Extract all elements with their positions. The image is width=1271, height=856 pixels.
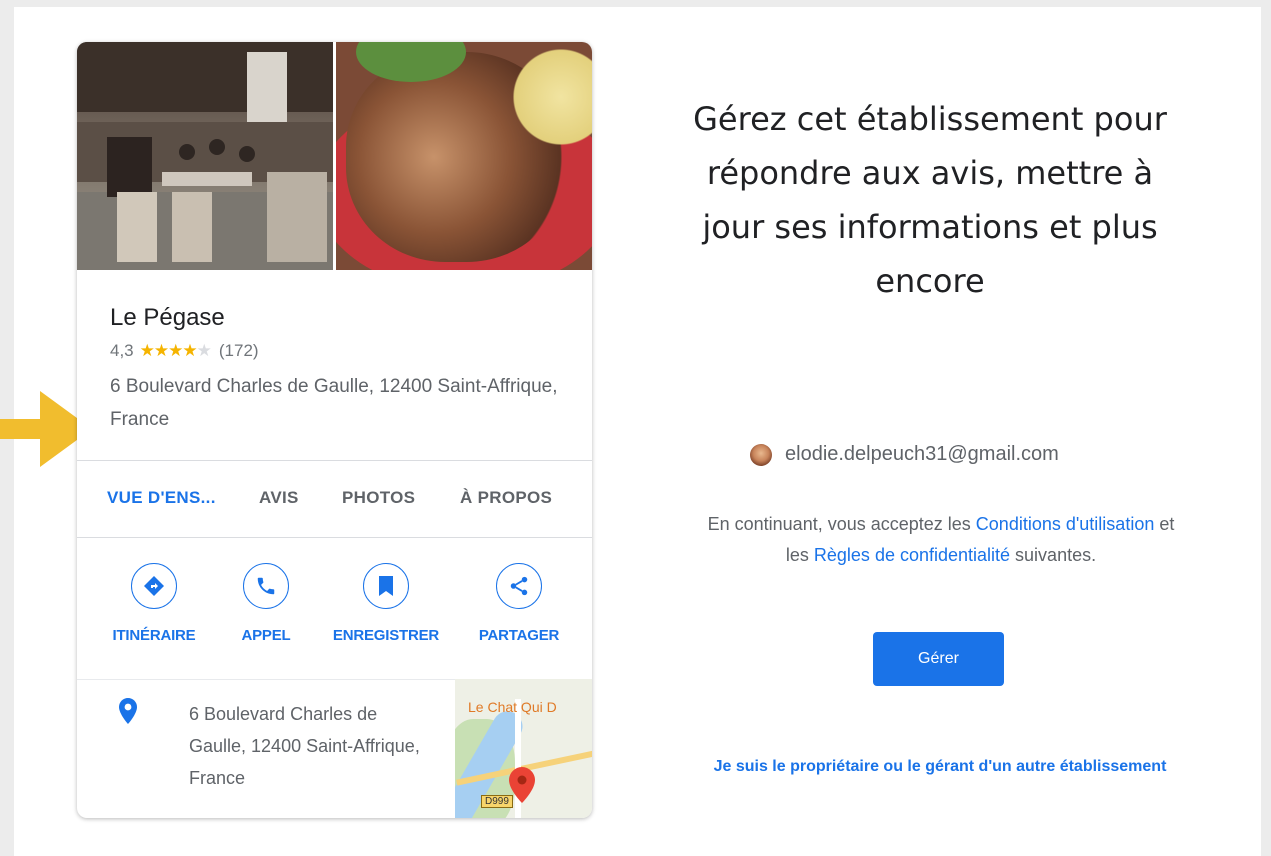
- tab-photos[interactable]: PHOTOS: [342, 488, 415, 508]
- account-row: elodie.delpeuch31@gmail.com: [750, 443, 1059, 466]
- tab-about[interactable]: À PROPOS: [460, 488, 552, 508]
- business-tabs: VUE D'ENS... AVIS PHOTOS À PROPOS: [77, 488, 592, 512]
- share-button[interactable]: PARTAGER: [459, 563, 579, 644]
- directions-label: ITINÉRAIRE: [112, 627, 196, 644]
- review-count: (172): [218, 341, 259, 360]
- star-icon: ★: [139, 341, 155, 360]
- bookmark-icon: [363, 563, 409, 609]
- star-icon: ★: [182, 341, 197, 360]
- location-pin-icon: [119, 698, 137, 729]
- privacy-policy-link[interactable]: Règles de confidentialité: [814, 545, 1010, 565]
- manage-headline-block: Gérez cet établissement pour répondre au…: [690, 92, 1170, 308]
- mini-map[interactable]: Le Chat Qui D D999: [455, 679, 592, 818]
- terms-prefix: En continuant, vous acceptez les: [707, 514, 976, 534]
- food-dish-photo[interactable]: [336, 42, 592, 270]
- tab-overview[interactable]: VUE D'ENS...: [107, 488, 216, 508]
- terms-suffix: suivantes.: [1010, 545, 1097, 565]
- manage-button[interactable]: Gérer: [873, 632, 1004, 686]
- star-icon: ★: [168, 341, 183, 360]
- tab-reviews[interactable]: AVIS: [259, 488, 299, 508]
- call-label: APPEL: [241, 627, 291, 644]
- avatar: [750, 443, 772, 466]
- directions-icon: [131, 563, 177, 609]
- rating-value: 4,3: [110, 341, 134, 360]
- business-card: Le Pégase 4,3 ★ ★ ★ ★ ★ (172) 6 Boulevar…: [77, 42, 592, 818]
- divider: [77, 460, 592, 461]
- interior-illustration: [77, 42, 333, 270]
- other-business-link[interactable]: Je suis le propriétaire ou le gérant d'u…: [700, 753, 1180, 781]
- directions-button[interactable]: ITINÉRAIRE: [94, 563, 214, 644]
- business-rating[interactable]: 4,3 ★ ★ ★ ★ ★ (172): [110, 341, 259, 361]
- location-address[interactable]: 6 Boulevard Charles de Gaulle, 12400 Sai…: [189, 698, 429, 794]
- map-place-label: Le Chat Qui D: [468, 699, 557, 715]
- manage-headline: Gérez cet établissement pour répondre au…: [693, 100, 1167, 300]
- business-photos[interactable]: [77, 42, 592, 270]
- restaurant-interior-photo[interactable]: [77, 42, 333, 270]
- save-label: ENREGISTRER: [332, 627, 440, 644]
- divider: [77, 537, 592, 538]
- business-name: Le Pégase: [110, 304, 225, 331]
- business-name-block: Le Pégase: [110, 304, 225, 332]
- map-marker-icon: [509, 767, 535, 803]
- star-empty-icon: ★: [196, 341, 212, 360]
- business-address: 6 Boulevard Charles de Gaulle, 12400 Sai…: [110, 376, 558, 430]
- call-button[interactable]: APPEL: [206, 563, 326, 644]
- save-button[interactable]: ENREGISTRER: [326, 563, 446, 644]
- rating-stars: ★ ★ ★ ★ ★: [139, 341, 212, 361]
- phone-icon: [243, 563, 289, 609]
- terms-text: En continuant, vous acceptez les Conditi…: [694, 509, 1188, 571]
- account-email: elodie.delpeuch31@gmail.com: [785, 443, 1059, 465]
- share-label: PARTAGER: [478, 627, 560, 644]
- terms-of-use-link[interactable]: Conditions d'utilisation: [976, 514, 1155, 534]
- share-icon: [496, 563, 542, 609]
- star-icon: ★: [153, 341, 169, 360]
